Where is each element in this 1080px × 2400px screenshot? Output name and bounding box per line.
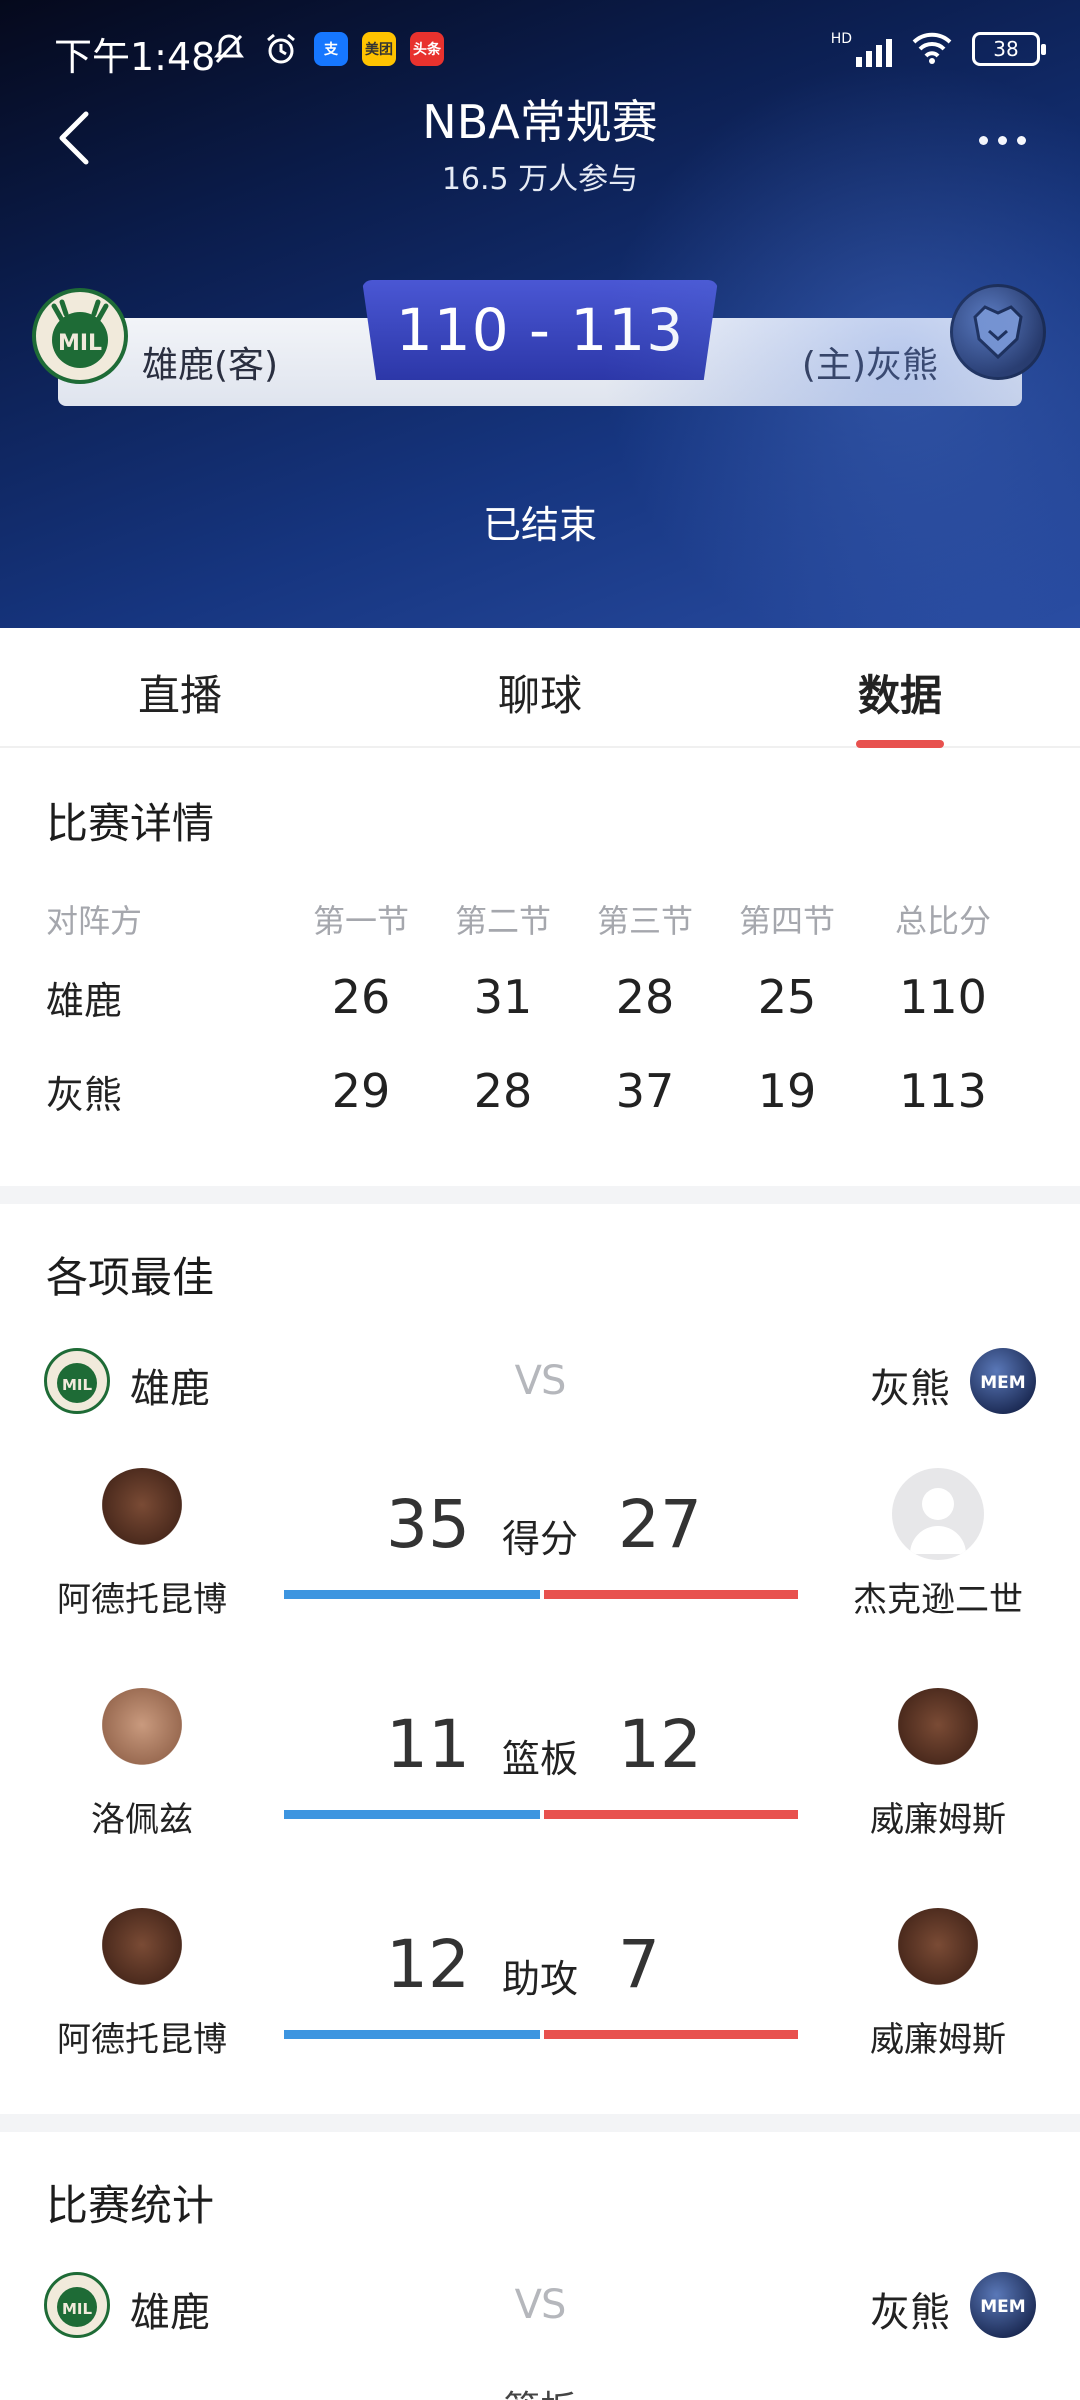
status-time: 下午1:48 <box>54 35 216 79</box>
player-name[interactable]: 威廉姆斯 <box>808 2012 1068 2061</box>
stat-label: 篮板 <box>501 1737 578 1781</box>
battery-icon: 38 <box>972 32 1046 66</box>
quarter-score: 28 <box>473 1064 533 1118</box>
quarter-score: 25 <box>757 970 817 1024</box>
grizzlies-logo-text: MEM <box>980 2297 1025 2317</box>
section-divider <box>0 1186 1080 1204</box>
status-notification-icons: 支 美团 头条 <box>210 30 444 68</box>
signal-icon: HD <box>831 31 892 67</box>
table-header: 总比分 <box>894 902 991 940</box>
status-bar: 下午1:48 支 美团 头条 HD 38 <box>0 0 1080 100</box>
right-stat-bar <box>544 1810 798 1819</box>
battery-level: 38 <box>993 37 1019 61</box>
game-detail-title: 比赛详情 <box>46 799 215 848</box>
grizzlies-logo[interactable]: MEM <box>970 1348 1036 1414</box>
player-avatar[interactable] <box>96 1688 188 1780</box>
page-title: NBA常规赛 <box>422 95 658 149</box>
table-row: 雄鹿 26 31 28 25 110 <box>46 970 1046 1064</box>
score-display: 110 - 113 <box>362 280 718 380</box>
total-score: 113 <box>899 1064 987 1118</box>
quarter-score: 28 <box>615 970 675 1024</box>
left-stat-bar <box>284 1590 540 1599</box>
active-tab-indicator <box>856 740 944 748</box>
right-stat-bar <box>544 2030 798 2039</box>
player-avatar[interactable] <box>892 1688 984 1780</box>
quarter-score: 31 <box>473 970 533 1024</box>
status-system-icons: HD 38 <box>831 30 1046 68</box>
table-header: 第四节 <box>738 902 835 940</box>
participant-count: 16.5 万人参与 <box>441 162 639 197</box>
bell-muted-icon <box>210 30 248 68</box>
left-stat-value: 11 <box>386 1706 470 1783</box>
row-team-name: 灰熊 <box>46 1073 123 1117</box>
match-header: 下午1:48 支 美团 头条 HD 38 NBA常规赛 16.5 万人参与 MI… <box>0 0 1080 628</box>
player-avatar[interactable] <box>892 1908 984 2000</box>
away-team-name[interactable]: 雄鹿(客) <box>142 336 278 388</box>
right-stat-value: 27 <box>618 1486 702 1563</box>
player-name[interactable]: 洛佩兹 <box>12 1792 272 1841</box>
tab-bar: 直播 聊球 数据 <box>0 628 1080 748</box>
total-score: 110 <box>899 970 987 1024</box>
table-header: 对阵方 <box>46 902 143 940</box>
quarter-score-table: 对阵方 第一节 第二节 第三节 第四节 总比分 雄鹿 26 31 28 25 1… <box>46 896 1046 1158</box>
match-status: 已结束 <box>482 503 597 547</box>
stat-category-label: 篮板 <box>0 2380 1080 2400</box>
bucks-logo[interactable]: MIL <box>32 288 128 384</box>
right-stat-value: 7 <box>618 1926 660 2003</box>
alipay-icon: 支 <box>314 32 348 66</box>
grizzlies-logo[interactable] <box>950 284 1046 380</box>
player-avatar[interactable] <box>96 1468 188 1560</box>
left-stat-value: 35 <box>386 1486 470 1563</box>
leaders-vs-row: MIL 雄鹿 VS 灰熊 MEM <box>0 1348 1080 1428</box>
grizzlies-logo-text: MEM <box>980 1373 1025 1393</box>
tab-live[interactable]: 直播 <box>80 662 280 723</box>
quarter-score: 37 <box>615 1064 675 1118</box>
table-row: 灰熊 29 28 37 19 113 <box>46 1064 1046 1158</box>
section-divider <box>0 2114 1080 2132</box>
toutiao-icon: 头条 <box>410 32 444 66</box>
stat-label: 助攻 <box>501 1957 578 2001</box>
team-stats-title: 比赛统计 <box>46 2181 215 2230</box>
team-stats-vs-row: MIL 雄鹿 VS 灰熊 MEM <box>0 2272 1080 2352</box>
table-header: 第一节 <box>312 902 409 940</box>
table-header: 第三节 <box>596 902 693 940</box>
left-stat-bar <box>284 1810 540 1819</box>
tab-chat[interactable]: 聊球 <box>440 662 640 723</box>
leader-row-points: 阿德托昆博 35 得分 27 杰克逊二世 <box>0 1468 1080 1668</box>
right-team-name: 灰熊 <box>870 1366 950 1412</box>
grizzlies-logo[interactable]: MEM <box>970 2272 1036 2338</box>
player-name[interactable]: 阿德托昆博 <box>12 1572 272 1621</box>
right-stat-value: 12 <box>618 1706 702 1783</box>
leader-row-assists: 阿德托昆博 12 助攻 7 威廉姆斯 <box>0 1908 1080 2108</box>
quarter-score: 19 <box>757 1064 817 1118</box>
bucks-logo-text: MIL <box>58 331 102 356</box>
leaders-title: 各项最佳 <box>46 1253 215 1302</box>
table-header: 第二节 <box>454 902 551 940</box>
player-avatar[interactable] <box>96 1908 188 2000</box>
right-team-name: 灰熊 <box>870 2290 950 2336</box>
network-type-label: HD <box>830 31 852 47</box>
tab-stats[interactable]: 数据 <box>800 662 1000 723</box>
left-stat-bar <box>284 2030 540 2039</box>
more-options-icon[interactable] <box>972 120 1032 160</box>
meituan-icon: 美团 <box>362 32 396 66</box>
player-name[interactable]: 阿德托昆博 <box>12 2012 272 2061</box>
home-team-name[interactable]: (主)灰熊 <box>802 336 938 388</box>
stat-label: 得分 <box>501 1517 578 1561</box>
wifi-icon <box>910 30 954 68</box>
alarm-icon <box>262 30 300 68</box>
player-name[interactable]: 威廉姆斯 <box>808 1792 1068 1841</box>
table-header-row: 对阵方 第一节 第二节 第三节 第四节 总比分 <box>46 896 1046 970</box>
player-avatar-placeholder[interactable] <box>892 1468 984 1560</box>
row-team-name: 雄鹿 <box>46 979 123 1023</box>
left-stat-value: 12 <box>386 1926 470 2003</box>
quarter-score: 29 <box>331 1064 391 1118</box>
right-stat-bar <box>544 1590 798 1599</box>
leader-row-rebounds: 洛佩兹 11 篮板 12 威廉姆斯 <box>0 1688 1080 1888</box>
player-name[interactable]: 杰克逊二世 <box>808 1572 1068 1621</box>
quarter-score: 26 <box>331 970 391 1024</box>
